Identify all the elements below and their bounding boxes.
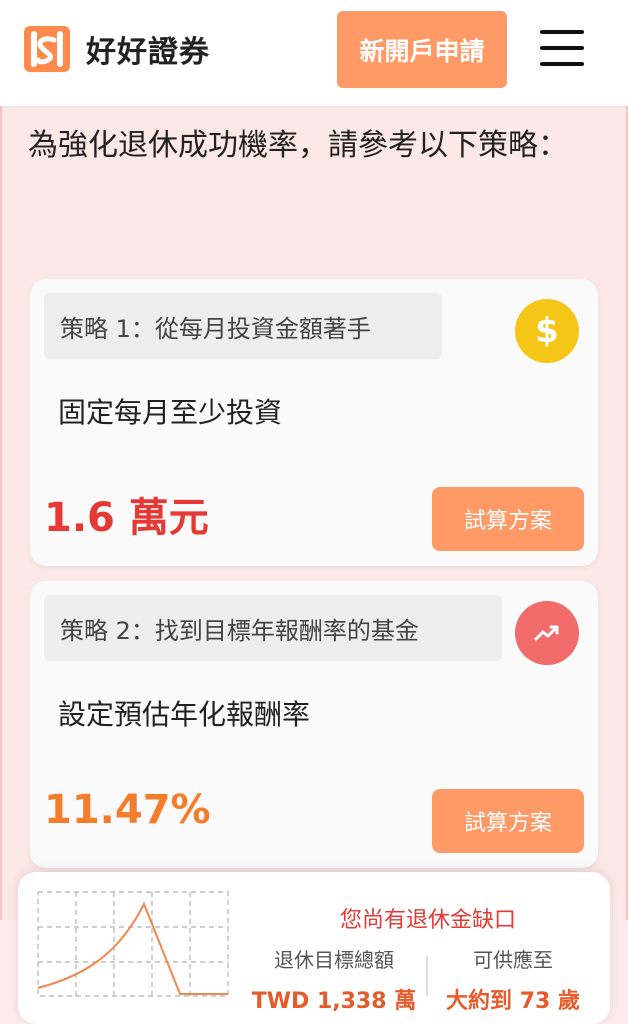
strategy-tag: 策略 1：從每月投資金額著手: [44, 293, 442, 359]
target-value: TWD 1,338 萬: [251, 989, 417, 1014]
strategy-card-2: 策略 2：找到目標年報酬率的基金 設定預估年化報酬率 11.47% 試算方案: [30, 581, 598, 868]
calculate-plan-button[interactable]: 試算方案: [432, 487, 584, 551]
target-label: 退休目標總額: [274, 948, 394, 972]
open-account-button[interactable]: 新開戶申請: [337, 11, 507, 88]
trending-up-icon: [515, 601, 579, 665]
lasts-value: 大約到 73 歲: [446, 989, 580, 1014]
retirement-gap-summary[interactable]: 您尚有退休金缺口 退休目標總額 TWD 1,338 萬 可供應至 大約到 73 …: [18, 872, 610, 1024]
strategy-value: 11.47%: [44, 787, 211, 833]
lasts-until: 可供應至 大約到 73 歲: [432, 944, 594, 1015]
strategy-title: 固定每月至少投資: [58, 396, 283, 429]
strategy-tag: 策略 2：找到目標年報酬率的基金: [44, 595, 502, 661]
strategy-card-1: 策略 1：從每月投資金額著手 $ 固定每月至少投資 1.6 萬元 試算方案: [30, 279, 598, 566]
intro-text: 為強化退休成功機率，請參考以下策略：: [28, 128, 568, 163]
logo-mark-icon: [24, 26, 70, 72]
dollar-coin-icon: $: [515, 299, 579, 363]
calculate-plan-button[interactable]: 試算方案: [432, 789, 584, 853]
strategy-title: 設定預估年化報酬率: [58, 698, 311, 731]
brand-name: 好好證券: [86, 35, 210, 70]
stat-divider: [426, 956, 428, 996]
trending-up-glyph: [534, 625, 559, 641]
gap-title: 您尚有退休金缺口: [339, 908, 516, 933]
brand-logo[interactable]: 好好證券: [24, 26, 210, 72]
strategy-value: 1.6 萬元: [44, 495, 209, 541]
lasts-label: 可供應至: [473, 948, 553, 972]
target-total: 退休目標總額 TWD 1,338 萬: [244, 944, 424, 1015]
retirement-curve-chart: [37, 891, 229, 997]
hamburger-menu-icon[interactable]: [540, 30, 584, 66]
top-header: 好好證券 新開戶申請: [0, 0, 628, 106]
